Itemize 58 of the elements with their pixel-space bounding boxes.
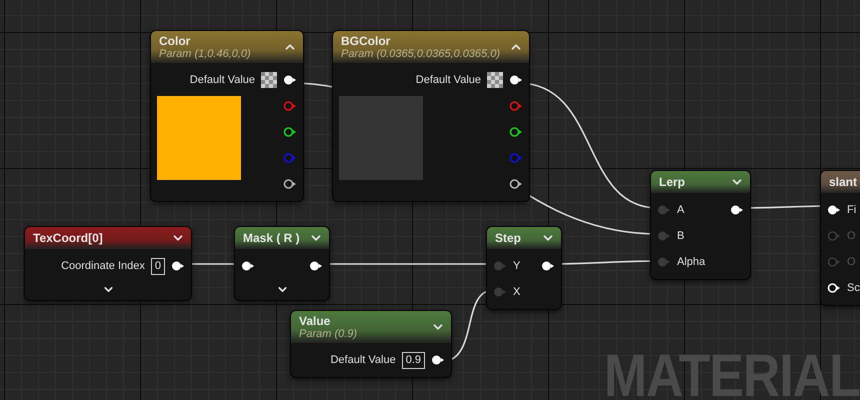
input-pin[interactable]: [657, 256, 671, 268]
node-title: Value: [299, 314, 332, 328]
node-title: Mask ( R ): [243, 231, 300, 245]
value-field[interactable]: 0: [150, 258, 165, 274]
output-pin[interactable]: [171, 260, 185, 272]
pin-label: A: [677, 204, 684, 216]
pin-label: Y: [513, 260, 520, 272]
pin-label: O: [847, 230, 856, 242]
graph-node[interactable]: TexCoord[0] Coordinate Index 0: [24, 226, 192, 301]
input-pin[interactable]: [827, 282, 841, 294]
checker-icon: [487, 72, 503, 88]
property-label: Default Value: [416, 74, 481, 86]
pin-label: O: [847, 256, 856, 268]
pin-label: Sc: [847, 282, 860, 294]
node-title: Color: [159, 34, 192, 48]
property-label: Coordinate Index: [61, 260, 145, 272]
output-pin[interactable]: [283, 126, 297, 138]
node-title: slant: [829, 175, 858, 189]
graph-type-label: MATERIAL: [604, 352, 860, 400]
output-pin[interactable]: [541, 260, 555, 272]
graph-node[interactable]: Mask ( R ): [234, 226, 330, 301]
property-label: Default Value: [190, 74, 255, 86]
graph-node[interactable]: Step Y X: [486, 226, 562, 310]
output-pin[interactable]: [283, 178, 297, 190]
input-pin[interactable]: [827, 256, 841, 268]
checker-icon: [261, 72, 277, 88]
pin-label: X: [513, 286, 520, 298]
output-pin[interactable]: [309, 260, 323, 272]
output-pin[interactable]: [509, 74, 523, 86]
output-pin[interactable]: [283, 74, 297, 86]
graph-node[interactable]: slant Fi O O Sc: [820, 170, 860, 306]
graph-node[interactable]: Lerp A B Alpha: [650, 170, 751, 280]
property-label: Default Value: [330, 354, 396, 366]
node-title: BGColor: [341, 34, 392, 48]
input-pin[interactable]: [493, 260, 507, 272]
input-pin[interactable]: [241, 260, 255, 272]
output-pin[interactable]: [730, 204, 744, 216]
node-subtitle: Param (0.9): [299, 328, 358, 340]
graph-node[interactable]: BGColor Param (0.0365,0.0365,0.0365,0) Default Value: [332, 30, 530, 202]
value-field[interactable]: 0.9: [402, 352, 425, 368]
output-pin[interactable]: [509, 126, 523, 138]
graph-node[interactable]: Color Param (1,0.46,0,0) Default Value: [150, 30, 304, 202]
input-pin[interactable]: [827, 204, 841, 216]
node-subtitle: Param (0.0365,0.0365,0.0365,0): [341, 48, 500, 60]
node-subtitle: Param (1,0.46,0,0): [159, 48, 251, 60]
output-pin[interactable]: [431, 354, 445, 366]
node-title: Lerp: [659, 175, 686, 189]
node-title: Step: [495, 231, 522, 245]
input-pin[interactable]: [493, 286, 507, 298]
pin-label: B: [677, 230, 684, 242]
graph-node[interactable]: Value Param (0.9) Default Value 0.9: [290, 310, 452, 378]
input-pin[interactable]: [827, 230, 841, 242]
input-pin[interactable]: [657, 204, 671, 216]
output-pin[interactable]: [509, 178, 523, 190]
pin-label: Fi: [847, 204, 856, 216]
input-pin[interactable]: [657, 230, 671, 242]
pin-label: Alpha: [677, 256, 706, 268]
node-title: TexCoord[0]: [33, 231, 103, 245]
